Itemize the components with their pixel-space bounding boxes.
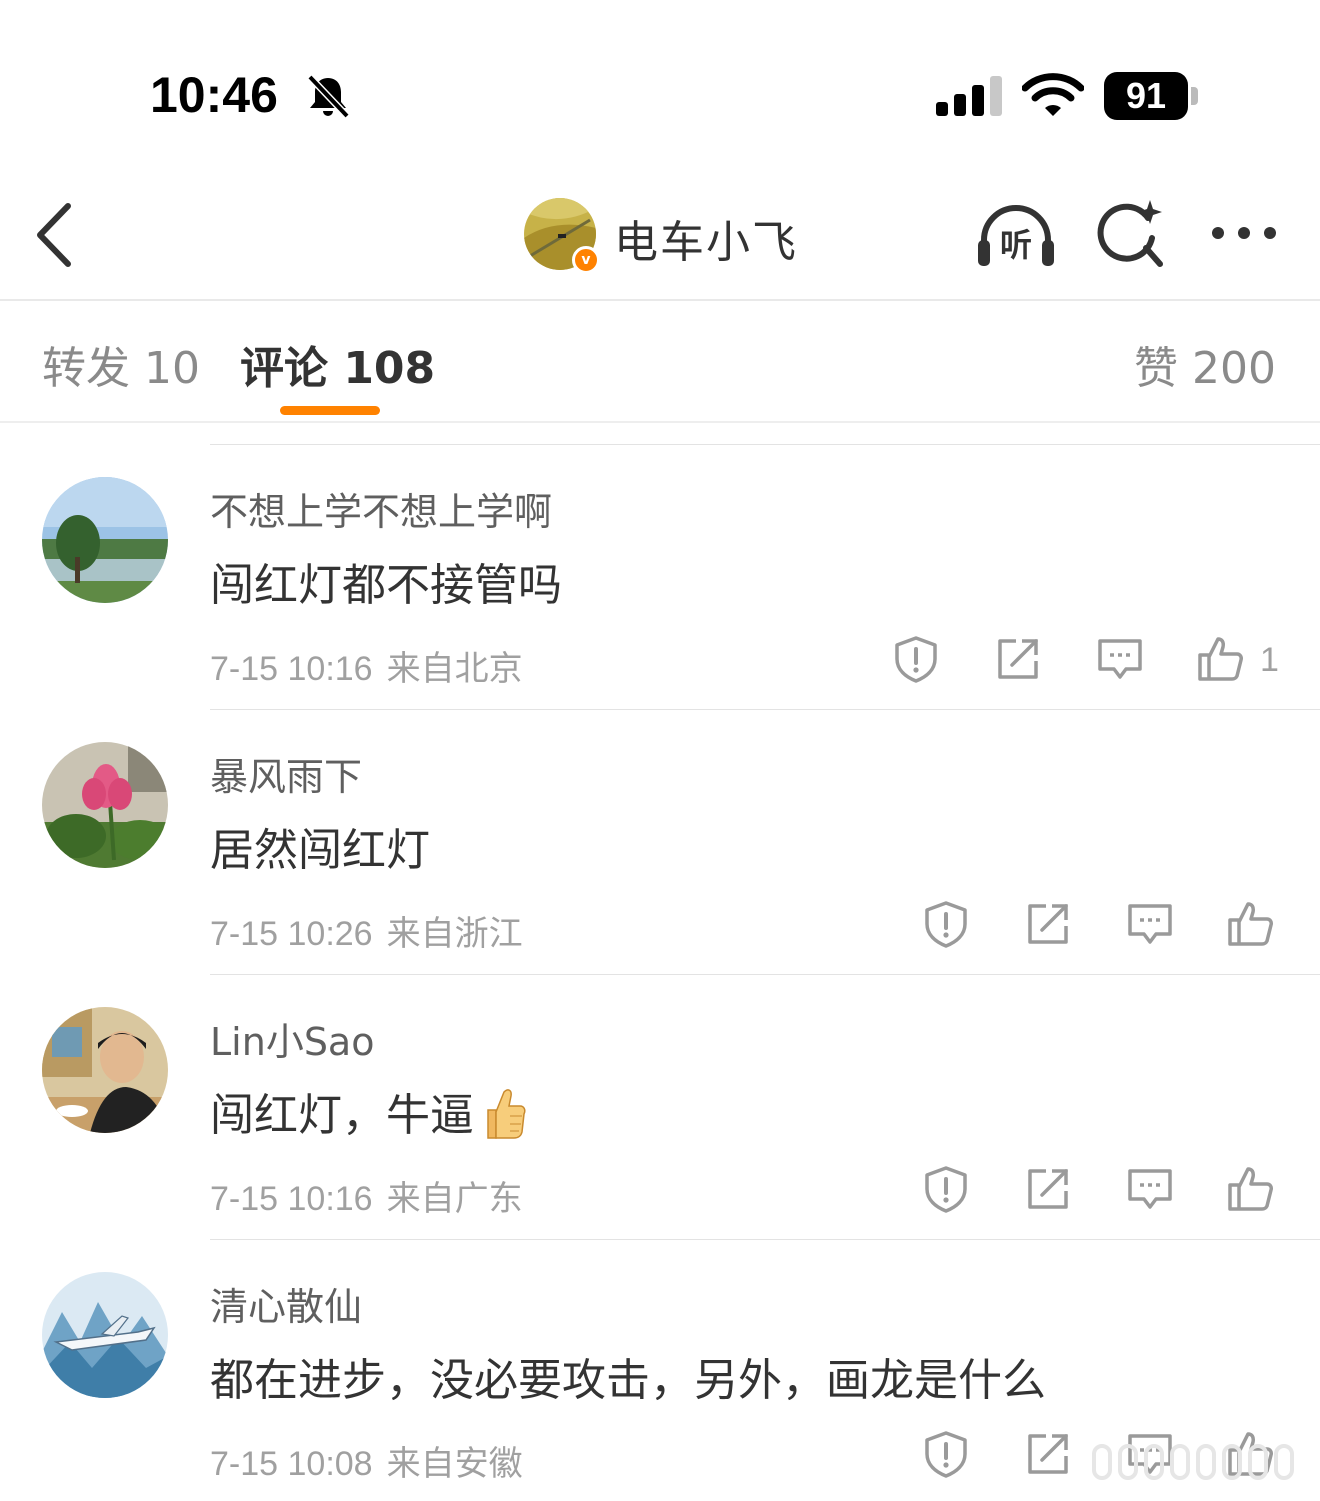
- report-icon[interactable]: [922, 1430, 970, 1478]
- author-name[interactable]: 电车小飞: [614, 206, 798, 270]
- comment-item[interactable]: 暴风雨下 居然闯红灯 7-15 10:26 来自浙江: [0, 710, 1320, 975]
- comment-time: 7-15 10:16: [210, 1180, 373, 1218]
- repost-icon[interactable]: [994, 635, 1042, 683]
- like-icon[interactable]: [1196, 635, 1244, 683]
- comment-username[interactable]: Lin小Sao: [210, 1011, 374, 1066]
- ai-search-icon[interactable]: [1096, 196, 1166, 270]
- like-icon[interactable]: [1226, 900, 1274, 948]
- comment-username[interactable]: 清心散仙: [210, 1276, 362, 1331]
- comment-text: 闯红灯都不接管吗: [210, 560, 562, 611]
- comment-item[interactable]: Lin小Sao 闯红灯，牛逼 7-15 10:16 来自广东: [0, 975, 1320, 1240]
- report-icon[interactable]: [922, 1165, 970, 1213]
- comment-time: 7-15 10:26: [210, 915, 373, 953]
- comment-location: 来自北京: [386, 649, 523, 689]
- avatar[interactable]: [42, 1272, 168, 1398]
- more-icon[interactable]: [1208, 222, 1280, 244]
- listen-label: 听: [1000, 226, 1032, 264]
- nav-divider: [0, 299, 1320, 301]
- like-icon[interactable]: [1226, 1165, 1274, 1213]
- comment-text: 居然闯红灯: [210, 825, 430, 876]
- reply-icon[interactable]: [1126, 1165, 1174, 1213]
- verified-badge-icon: v: [572, 246, 600, 274]
- reply-icon[interactable]: [1096, 635, 1144, 683]
- report-icon[interactable]: [892, 635, 940, 683]
- repost-icon[interactable]: [1024, 900, 1072, 948]
- tab-repost[interactable]: 转发 10: [42, 332, 200, 396]
- bell-mute-icon: [307, 74, 350, 119]
- tab-likes[interactable]: 赞 200: [1134, 332, 1276, 396]
- avatar[interactable]: [42, 477, 168, 603]
- repost-icon[interactable]: [1024, 1430, 1072, 1478]
- tab-comments[interactable]: 评论 108: [240, 332, 435, 396]
- comment-text-content: 闯红灯，牛逼: [210, 1090, 474, 1141]
- comment-username[interactable]: 暴风雨下: [210, 746, 362, 801]
- comment-item[interactable]: 不想上学不想上学啊 闯红灯都不接管吗 7-15 10:16 来自北京 1: [0, 445, 1320, 710]
- battery-level: 91: [1125, 75, 1167, 116]
- comment-location: 来自浙江: [386, 914, 523, 954]
- avatar[interactable]: [42, 742, 168, 868]
- listen-icon[interactable]: 听: [972, 200, 1060, 272]
- signal-icon: [936, 76, 1002, 116]
- watermark-overlay-icon: [1092, 1444, 1294, 1480]
- comment-location: 来自安徽: [386, 1444, 523, 1484]
- like-count: 1: [1260, 641, 1279, 679]
- report-icon[interactable]: [922, 900, 970, 948]
- comment-username[interactable]: 不想上学不想上学啊: [210, 481, 552, 536]
- wifi-icon: [1022, 73, 1084, 116]
- comment-meta: 7-15 10:16 来自北京: [210, 641, 523, 690]
- battery-icon: 91: [1104, 72, 1200, 120]
- comment-time: 7-15 10:16: [210, 650, 373, 688]
- comment-text: 都在进步，没必要攻击，另外，画龙是什么: [210, 1355, 1046, 1406]
- chevron-left-icon[interactable]: [32, 200, 76, 270]
- reply-icon[interactable]: [1126, 900, 1174, 948]
- comment-time: 7-15 10:08: [210, 1445, 373, 1483]
- comment-meta: 7-15 10:16 来自广东: [210, 1171, 523, 1220]
- tabs-divider: [0, 421, 1320, 423]
- avatar[interactable]: [42, 1007, 168, 1133]
- comment-meta: 7-15 10:26 来自浙江: [210, 906, 523, 955]
- status-time: 10:46: [150, 67, 278, 123]
- comment-text: 闯红灯，牛逼: [210, 1079, 528, 1146]
- thumbs-up-emoji-icon: [487, 1089, 526, 1139]
- active-tab-indicator: [280, 406, 380, 415]
- comment-location: 来自广东: [386, 1179, 523, 1219]
- repost-icon[interactable]: [1024, 1165, 1072, 1213]
- comment-meta: 7-15 10:08 来自安徽: [210, 1436, 523, 1485]
